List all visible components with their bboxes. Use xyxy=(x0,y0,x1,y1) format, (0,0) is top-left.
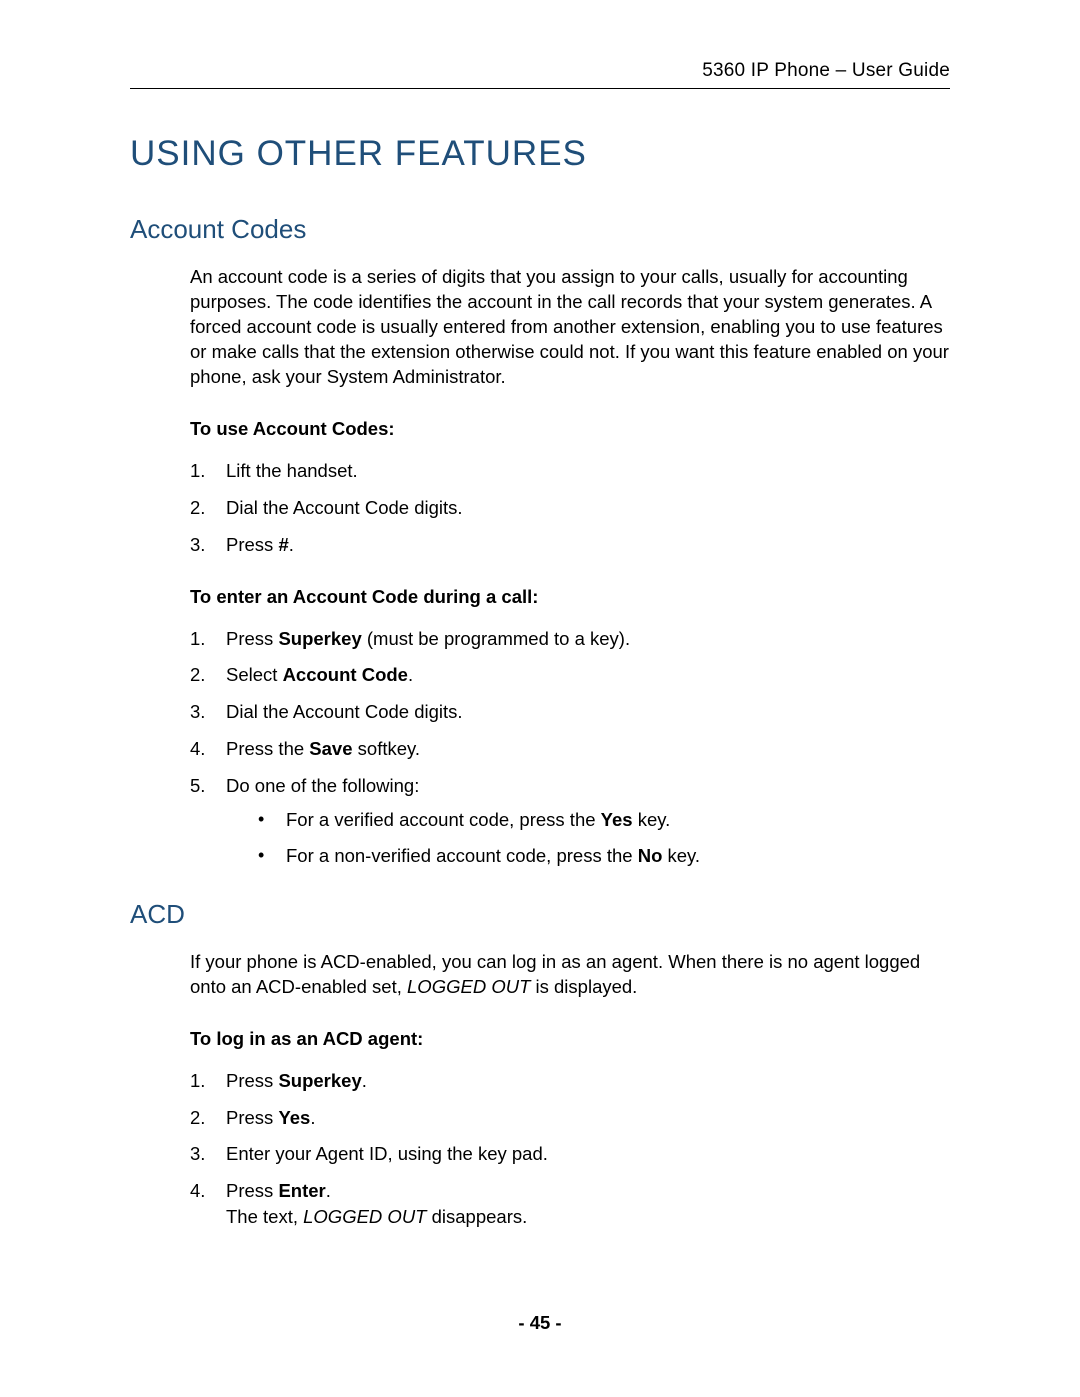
step-text: Lift the handset. xyxy=(226,460,358,481)
list-item: 2. Select Account Code. xyxy=(190,662,950,688)
list-item: 1. Press Superkey (must be programmed to… xyxy=(190,626,950,652)
bold-text: # xyxy=(278,534,288,555)
list-item: For a verified account code, press the Y… xyxy=(258,807,950,833)
step-text: Press xyxy=(226,628,278,649)
step-text: . xyxy=(289,534,294,555)
step-text: (must be programmed to a key). xyxy=(362,628,630,649)
list-item: 1. Press Superkey. xyxy=(190,1068,950,1094)
ordered-list: 1. Press Superkey. 2. Press Yes. 3. Ente… xyxy=(190,1068,950,1230)
list-item: 5. Do one of the following: For a verifi… xyxy=(190,773,950,869)
step-number: 4. xyxy=(190,736,205,762)
step-text: Do one of the following: xyxy=(226,775,419,796)
step-number: 5. xyxy=(190,773,205,799)
step-number: 1. xyxy=(190,1068,205,1094)
subheading: To use Account Codes: xyxy=(190,418,950,440)
page-footer: - 45 - xyxy=(0,1312,1080,1334)
step-number: 2. xyxy=(190,495,205,521)
page-title: USING OTHER FEATURES xyxy=(130,134,950,174)
bold-text: Superkey xyxy=(278,628,361,649)
step-number: 3. xyxy=(190,532,205,558)
step-number: 3. xyxy=(190,699,205,725)
step-text: Press xyxy=(226,534,278,555)
step-text: Press xyxy=(226,1070,278,1091)
step-number: 1. xyxy=(190,626,205,652)
bullet-text: key. xyxy=(662,845,700,866)
paragraph: If your phone is ACD-enabled, you can lo… xyxy=(190,950,950,1000)
ordered-list: 1. Lift the handset. 2. Dial the Account… xyxy=(190,458,950,558)
list-item: 2. Dial the Account Code digits. xyxy=(190,495,950,521)
page: 5360 IP Phone – User Guide USING OTHER F… xyxy=(0,0,1080,1230)
list-item: 3. Press #. xyxy=(190,532,950,558)
subheading: To log in as an ACD agent: xyxy=(190,1028,950,1050)
italic-text: LOGGED OUT xyxy=(407,976,530,997)
step-text: . xyxy=(326,1180,331,1201)
section-heading-acd: ACD xyxy=(130,899,950,930)
step-text: Enter your Agent ID, using the key pad. xyxy=(226,1143,548,1164)
list-item: 1. Lift the handset. xyxy=(190,458,950,484)
bullet-text: For a non-verified account code, press t… xyxy=(286,845,638,866)
italic-text: LOGGED OUT xyxy=(303,1206,426,1227)
bold-text: Enter xyxy=(278,1180,325,1201)
step-number: 1. xyxy=(190,458,205,484)
step-number: 3. xyxy=(190,1141,205,1167)
bold-text: Yes xyxy=(278,1107,310,1128)
step-text: . xyxy=(310,1107,315,1128)
bold-text: Account Code xyxy=(283,664,408,685)
paragraph: An account code is a series of digits th… xyxy=(190,265,950,390)
list-item: 2. Press Yes. xyxy=(190,1105,950,1131)
bold-text: Superkey xyxy=(278,1070,361,1091)
bold-text: Yes xyxy=(601,809,633,830)
step-text: Press xyxy=(226,1180,278,1201)
section-body-account-codes: An account code is a series of digits th… xyxy=(190,265,950,869)
bold-text: Save xyxy=(309,738,352,759)
header-text: 5360 IP Phone – User Guide xyxy=(702,60,950,81)
bold-text: No xyxy=(638,845,663,866)
list-item: 4. Press the Save softkey. xyxy=(190,736,950,762)
bullet-text: key. xyxy=(633,809,671,830)
paragraph-text: is displayed. xyxy=(530,976,637,997)
section-body-acd: If your phone is ACD-enabled, you can lo… xyxy=(190,950,950,1230)
list-item: 3. Dial the Account Code digits. xyxy=(190,699,950,725)
step-text: softkey. xyxy=(353,738,421,759)
step-number: 2. xyxy=(190,1105,205,1131)
step-text: disappears. xyxy=(426,1206,527,1227)
ordered-list: 1. Press Superkey (must be programmed to… xyxy=(190,626,950,869)
step-text: . xyxy=(362,1070,367,1091)
list-item: For a non-verified account code, press t… xyxy=(258,843,950,869)
list-item: 4. Press Enter. The text, LOGGED OUT dis… xyxy=(190,1178,950,1230)
page-header: 5360 IP Phone – User Guide xyxy=(130,60,950,89)
step-text: Press xyxy=(226,1107,278,1128)
list-item: 3. Enter your Agent ID, using the key pa… xyxy=(190,1141,950,1167)
step-number: 4. xyxy=(190,1178,205,1204)
bullet-text: For a verified account code, press the xyxy=(286,809,601,830)
bullet-list: For a verified account code, press the Y… xyxy=(258,807,950,869)
step-text: Dial the Account Code digits. xyxy=(226,701,463,722)
step-text: The text, xyxy=(226,1206,303,1227)
section-heading-account-codes: Account Codes xyxy=(130,214,950,245)
step-text: Press the xyxy=(226,738,309,759)
subheading: To enter an Account Code during a call: xyxy=(190,586,950,608)
step-text: . xyxy=(408,664,413,685)
step-text: Select xyxy=(226,664,283,685)
step-text: Dial the Account Code digits. xyxy=(226,497,463,518)
step-number: 2. xyxy=(190,662,205,688)
